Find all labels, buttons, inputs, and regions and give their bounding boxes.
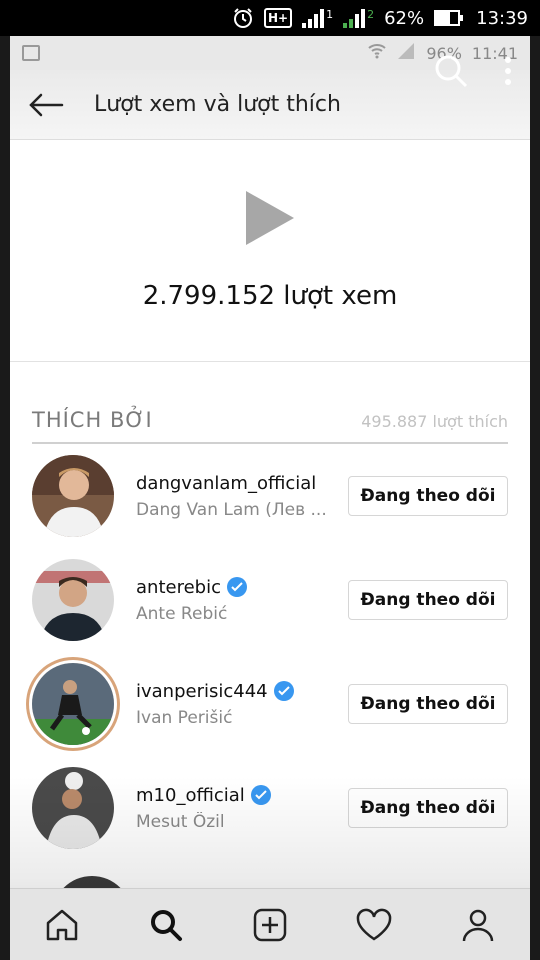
fullname: Ivan Perišić bbox=[136, 707, 233, 728]
sim1-signal-icon: 1 bbox=[302, 8, 333, 28]
verified-badge-icon bbox=[226, 577, 247, 597]
user-info: ivanperisic444 Ivan Perišić bbox=[136, 681, 348, 728]
following-button[interactable]: Đang theo dõi bbox=[348, 476, 508, 516]
sim2-label: 2 bbox=[367, 8, 375, 21]
wifi-icon bbox=[368, 43, 386, 63]
username-text: ivanperisic444 bbox=[136, 680, 268, 702]
add-post-icon bbox=[253, 908, 287, 941]
verified-badge-icon bbox=[250, 785, 271, 805]
list-item[interactable]: m10_official Mesut Özil Đang theo dõi bbox=[32, 756, 508, 860]
instagram-screen: 96% 11:41 Lượt xem và lượt thích 2.799.1… bbox=[10, 36, 530, 960]
search-icon bbox=[151, 909, 182, 941]
list-item-partial bbox=[32, 860, 508, 916]
list-item[interactable]: dangvanlam_official Dang Van Lam (Лев ..… bbox=[32, 444, 508, 548]
network-type-badge: H+ bbox=[264, 8, 293, 28]
alarm-icon bbox=[232, 7, 254, 29]
sim1-label: 1 bbox=[326, 8, 334, 21]
battery-percent: 62% bbox=[384, 7, 425, 29]
fullname: Ante Rebić bbox=[136, 603, 228, 624]
more-options-icon[interactable] bbox=[504, 56, 512, 90]
nav-home[interactable] bbox=[32, 895, 92, 955]
liked-by-title: THÍCH BỞI bbox=[32, 408, 153, 432]
avatar[interactable] bbox=[32, 455, 114, 537]
user-info: dangvanlam_official Dang Van Lam (Лев ..… bbox=[136, 473, 348, 520]
username[interactable]: m10_official bbox=[136, 785, 348, 806]
heart-icon bbox=[356, 908, 392, 940]
username[interactable]: anterebic bbox=[136, 577, 348, 598]
screenshot-icon bbox=[22, 45, 40, 61]
user-info: anterebic Ante Rebić bbox=[136, 577, 348, 624]
avatar[interactable] bbox=[32, 559, 114, 641]
inner-signal-icon bbox=[396, 43, 416, 63]
bottom-nav bbox=[10, 888, 530, 960]
nav-search[interactable] bbox=[136, 895, 196, 955]
fullname: Dang Van Lam (Лев ... bbox=[136, 499, 327, 520]
following-button[interactable]: Đang theo dõi bbox=[348, 684, 508, 724]
home-icon bbox=[46, 909, 78, 940]
profile-icon bbox=[462, 909, 494, 941]
nav-add-post[interactable] bbox=[240, 895, 300, 955]
page-title: Lượt xem và lượt thích bbox=[94, 92, 341, 117]
likes-count: 495.887 lượt thích bbox=[361, 412, 508, 431]
username-text: anterebic bbox=[136, 576, 221, 598]
play-icon bbox=[246, 190, 294, 245]
avatar[interactable] bbox=[32, 767, 114, 849]
clock: 13:39 bbox=[476, 7, 528, 29]
battery-icon bbox=[434, 10, 464, 26]
user-info: m10_official Mesut Özil bbox=[136, 785, 348, 832]
sim2-signal-icon: 2 bbox=[343, 8, 374, 28]
back-button[interactable] bbox=[26, 85, 66, 125]
overlay-search-icon[interactable] bbox=[434, 54, 468, 92]
username-text: m10_official bbox=[136, 784, 245, 806]
list-item[interactable]: anterebic Ante Rebić Đang theo dõi bbox=[32, 548, 508, 652]
overlay-actions bbox=[434, 54, 512, 92]
username[interactable]: dangvanlam_official bbox=[136, 473, 348, 494]
nav-profile[interactable] bbox=[448, 895, 508, 955]
username-text: dangvanlam_official bbox=[136, 472, 317, 494]
phone-status-bar: H+ 1 2 62% 13:39 bbox=[0, 0, 540, 36]
nav-activity[interactable] bbox=[344, 895, 404, 955]
views-count: 2.799.152 lượt xem bbox=[142, 280, 398, 311]
following-button[interactable]: Đang theo dõi bbox=[348, 788, 508, 828]
back-arrow-icon bbox=[29, 93, 64, 116]
following-button[interactable]: Đang theo dõi bbox=[348, 580, 508, 620]
verified-badge-icon bbox=[273, 681, 294, 701]
username[interactable]: ivanperisic444 bbox=[136, 681, 348, 702]
liked-by-section: THÍCH BỞI 495.887 lượt thích dangvanlam_… bbox=[10, 362, 530, 916]
liked-by-header: THÍCH BỞI 495.887 lượt thích bbox=[32, 362, 508, 444]
avatar[interactable] bbox=[32, 663, 114, 745]
fullname: Mesut Özil bbox=[136, 811, 225, 832]
list-item[interactable]: ivanperisic444 Ivan Perišić Đang theo dõ… bbox=[32, 652, 508, 756]
views-section: 2.799.152 lượt xem bbox=[10, 140, 530, 362]
